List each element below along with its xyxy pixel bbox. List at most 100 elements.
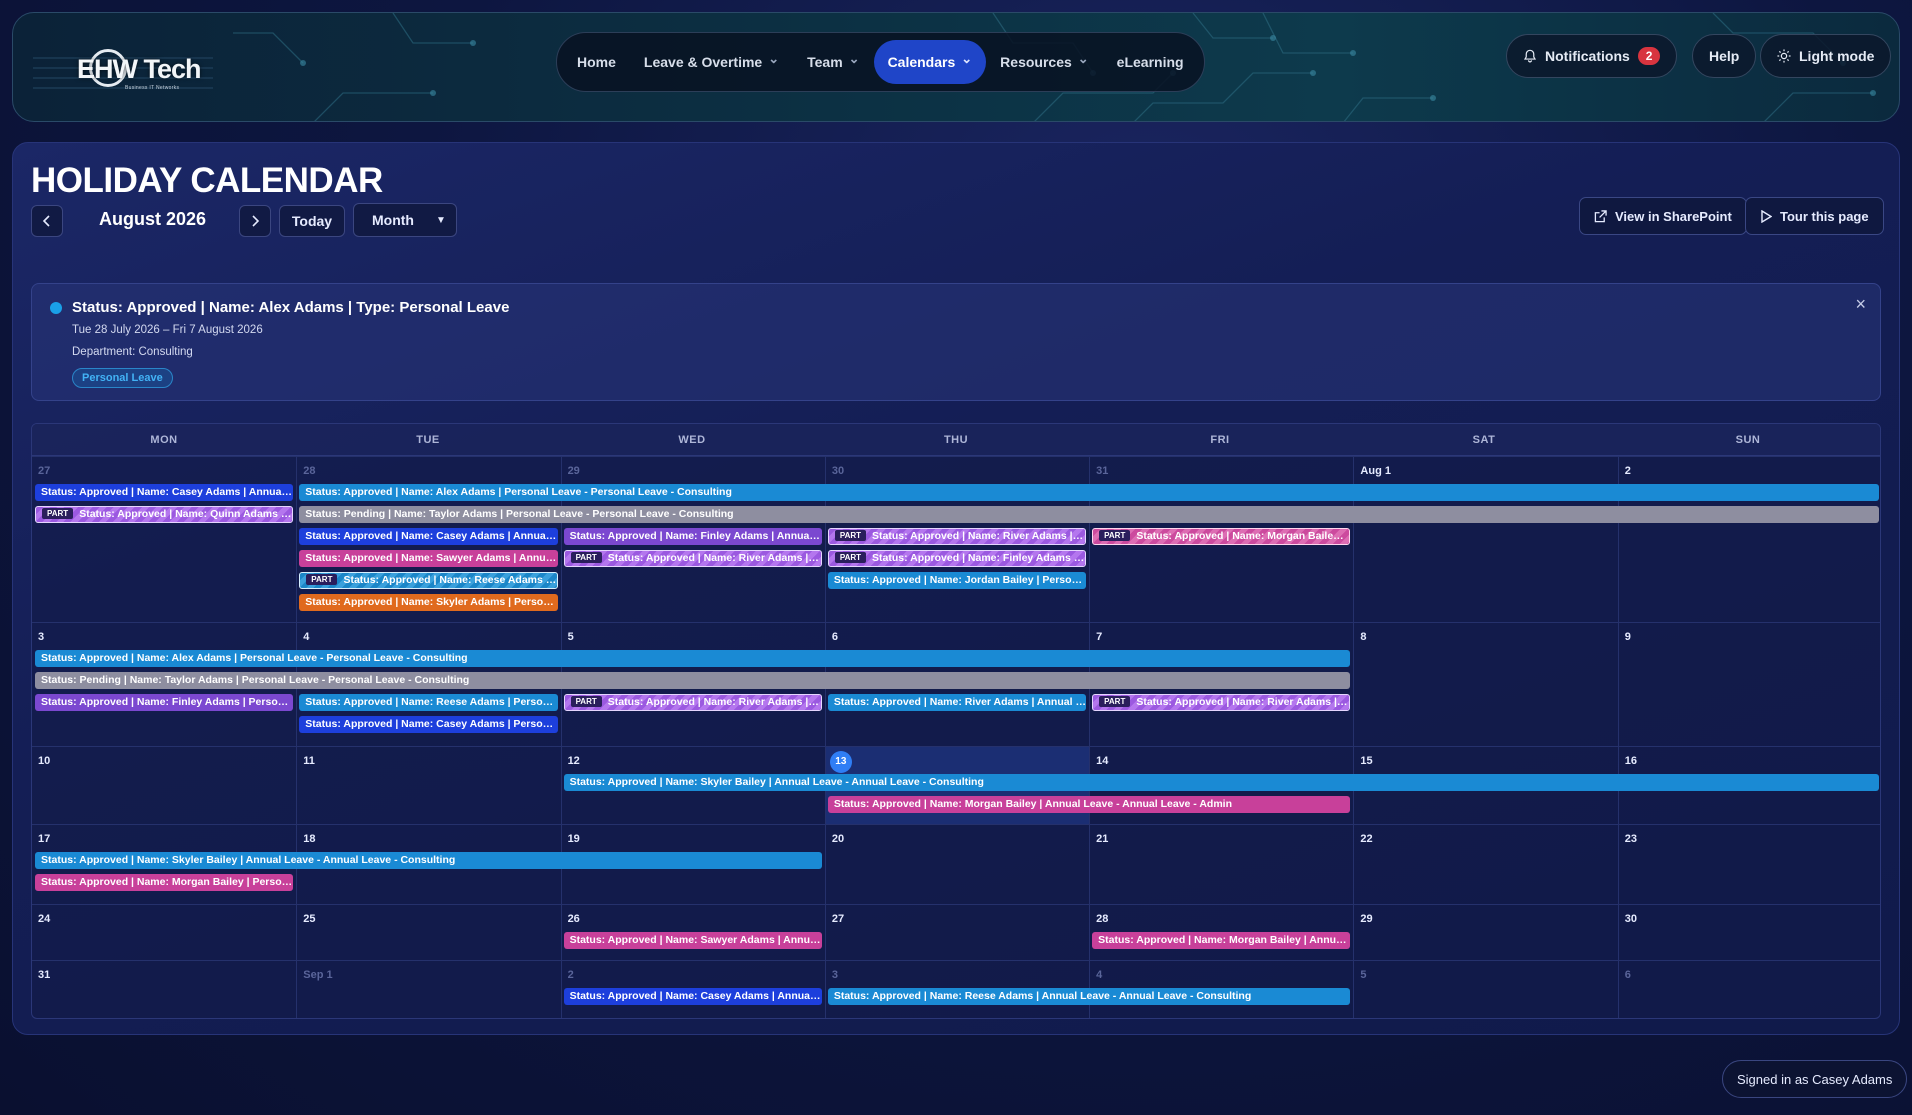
part-day-badge: PART [834, 530, 867, 541]
calendar-event-label: Status: Approved | Name: River Adams | P… [607, 696, 821, 708]
day-cell[interactable]: 24 [32, 905, 296, 960]
calendar-event[interactable]: PART Status: Approved | Name: River Adams… [1092, 694, 1351, 711]
day-cell[interactable]: 8 [1353, 623, 1617, 746]
next-month-button[interactable] [239, 205, 271, 237]
notifications-button[interactable]: Notifications 2 [1506, 34, 1678, 78]
calendar-event[interactable]: Status: Approved | Name: Jordan Bailey |… [827, 572, 1087, 589]
chevron-down-icon: ⌄ [1077, 51, 1089, 66]
day-cell[interactable]: 11 [296, 747, 560, 824]
weekday-label: SUN [1735, 434, 1761, 446]
tour-page-button[interactable]: Tour this page [1745, 197, 1884, 235]
date-number: 21 [1096, 833, 1109, 845]
nav-item-home[interactable]: Home [563, 40, 630, 84]
calendar-event[interactable]: Status: Pending | Name: Taylor Adams | P… [299, 506, 1879, 523]
calendar-event-label: Status: Approved | Name: Sawyer Adams | … [305, 552, 557, 564]
day-cell[interactable]: Sep 1 [296, 961, 560, 1018]
calendar-event[interactable]: Status: Approved | Name: Skyler Bailey |… [35, 852, 822, 869]
today-label: Today [291, 213, 333, 229]
day-cell[interactable]: 5 [1353, 961, 1617, 1018]
day-cell[interactable]: 23 [1617, 825, 1880, 904]
view-in-sharepoint-button[interactable]: View in SharePoint [1579, 197, 1747, 235]
calendar-event[interactable]: Status: Approved | Name: Casey Adams | A… [35, 484, 294, 501]
date-number: 17 [38, 833, 51, 845]
day-cell[interactable]: 30 [1617, 905, 1880, 960]
date-number: 31 [1096, 465, 1109, 477]
day-cell[interactable]: Aug 1 [1353, 457, 1617, 622]
calendar-event[interactable]: Status: Approved | Name: Sawyer Adams | … [299, 550, 558, 567]
calendar-event[interactable]: Status: Approved | Name: Morgan Bailey |… [827, 796, 1351, 813]
nav-item-calendars[interactable]: Calendars ⌄ [873, 40, 987, 84]
calendar-event[interactable]: PART Status: Approved | Name: Reese Adams… [299, 572, 558, 589]
date-number: 5 [567, 631, 574, 643]
calendar-event[interactable]: PART Status: Approved | Name: Morgan Bail… [1092, 528, 1351, 545]
calendar-event[interactable]: Status: Approved | Name: Alex Adams | Pe… [35, 650, 1351, 667]
theme-toggle-button[interactable]: Light mode [1760, 34, 1892, 78]
nav-item-elearning[interactable]: eLearning [1103, 40, 1198, 84]
day-cell[interactable]: 27 [824, 905, 1089, 960]
calendar-event[interactable]: PART Status: Approved | Name: River Adams… [827, 528, 1087, 545]
calendar-event-label: Status: Approved | Name: Morgan Bailey |… [1136, 530, 1349, 542]
calendar-event[interactable]: Status: Approved | Name: Skyler Adams | … [299, 594, 558, 611]
calendar-event[interactable]: Status: Approved | Name: Morgan Bailey |… [35, 874, 294, 891]
help-label: Help [1709, 48, 1740, 64]
calendar-event[interactable]: PART Status: Approved | Name: Finley Adam… [827, 550, 1087, 567]
date-number: 25 [303, 913, 316, 925]
calendar-event[interactable]: PART Status: Approved | Name: River Adams… [563, 550, 822, 567]
calendar-event[interactable]: Status: Approved | Name: Casey Adams | A… [299, 528, 558, 545]
day-cell[interactable]: 25 [296, 905, 560, 960]
date-number: 31 [38, 969, 51, 981]
date-number: 16 [1624, 755, 1637, 767]
date-number: 18 [303, 833, 316, 845]
close-icon[interactable]: × [1855, 294, 1866, 315]
company-logo[interactable]: EHW Tech Business IT Networks [77, 43, 202, 95]
external-link-icon [1594, 209, 1607, 222]
calendar-event[interactable]: Status: Approved | Name: Finley Adams | … [563, 528, 822, 545]
calendar-event[interactable]: Status: Approved | Name: Casey Adams | P… [299, 716, 558, 733]
calendar-event[interactable]: Status: Approved | Name: Sawyer Adams | … [563, 932, 822, 949]
help-button[interactable]: Help [1692, 34, 1757, 78]
calendar-event[interactable]: Status: Approved | Name: Reese Adams | A… [827, 988, 1351, 1005]
part-day-badge: PART [834, 552, 867, 563]
calendar-event-label: Status: Approved | Name: Skyler Bailey |… [569, 776, 984, 788]
calendar-event[interactable]: PART Status: Approved | Name: River Adams… [563, 694, 822, 711]
day-cell[interactable]: 9 [1617, 623, 1880, 746]
day-cell[interactable]: 29 [1353, 905, 1617, 960]
calendar-event[interactable]: Status: Approved | Name: River Adams | A… [827, 694, 1087, 711]
nav-item-team[interactable]: Team ⌄ [793, 40, 873, 84]
chevron-down-icon: ⌄ [961, 51, 973, 66]
date-number: 30 [831, 465, 845, 477]
calendar-event[interactable]: Status: Approved | Name: Morgan Bailey |… [1092, 932, 1351, 949]
nav-item-leave-overtime[interactable]: Leave & Overtime ⌄ [630, 40, 793, 84]
weekday-label: MON [150, 434, 178, 446]
day-cell[interactable]: 31 [32, 961, 296, 1018]
calendar-panel: HOLIDAY CALENDAR August 2026 Today Month… [12, 142, 1900, 1035]
date-number: 6 [1624, 969, 1631, 981]
view-select[interactable]: Month ▼ [353, 203, 457, 237]
calendar-event[interactable]: PART Status: Approved | Name: Quinn Adams… [35, 506, 294, 523]
day-cell[interactable]: 21 [1089, 825, 1353, 904]
date-number: 2 [567, 969, 574, 981]
signed-in-indicator: Signed in as Casey Adams [1722, 1060, 1908, 1098]
date-number: 27 [831, 913, 845, 925]
calendar-event-label: Status: Approved | Name: Casey Adams | A… [305, 530, 558, 542]
calendar-event[interactable]: Status: Approved | Name: Reese Adams | P… [299, 694, 558, 711]
day-cell[interactable]: 6 [1617, 961, 1880, 1018]
day-cell[interactable]: 2 [1617, 457, 1880, 622]
today-button[interactable]: Today [279, 205, 345, 237]
day-cell[interactable]: 27 [32, 457, 296, 622]
calendar-event[interactable]: Status: Approved | Name: Skyler Bailey |… [563, 774, 1879, 791]
day-cell[interactable]: 20 [824, 825, 1089, 904]
nav-item-resources[interactable]: Resources ⌄ [986, 40, 1103, 84]
prev-month-button[interactable] [31, 205, 63, 237]
chevron-right-icon [252, 215, 260, 227]
calendar-event[interactable]: Status: Pending | Name: Taylor Adams | P… [35, 672, 1351, 689]
part-day-badge: PART [1099, 530, 1131, 541]
day-cell[interactable]: 22 [1353, 825, 1617, 904]
day-cell[interactable]: 10 [32, 747, 296, 824]
calendar-event-label: Status: Approved | Name: Casey Adams | P… [305, 718, 558, 730]
calendar-event[interactable]: Status: Approved | Name: Alex Adams | Pe… [299, 484, 1879, 501]
calendar-event[interactable]: Status: Approved | Name: Casey Adams | A… [563, 988, 822, 1005]
calendar-event[interactable]: Status: Approved | Name: Finley Adams | … [35, 694, 294, 711]
date-number: 24 [38, 913, 51, 925]
nav-item-label: Home [577, 54, 616, 70]
